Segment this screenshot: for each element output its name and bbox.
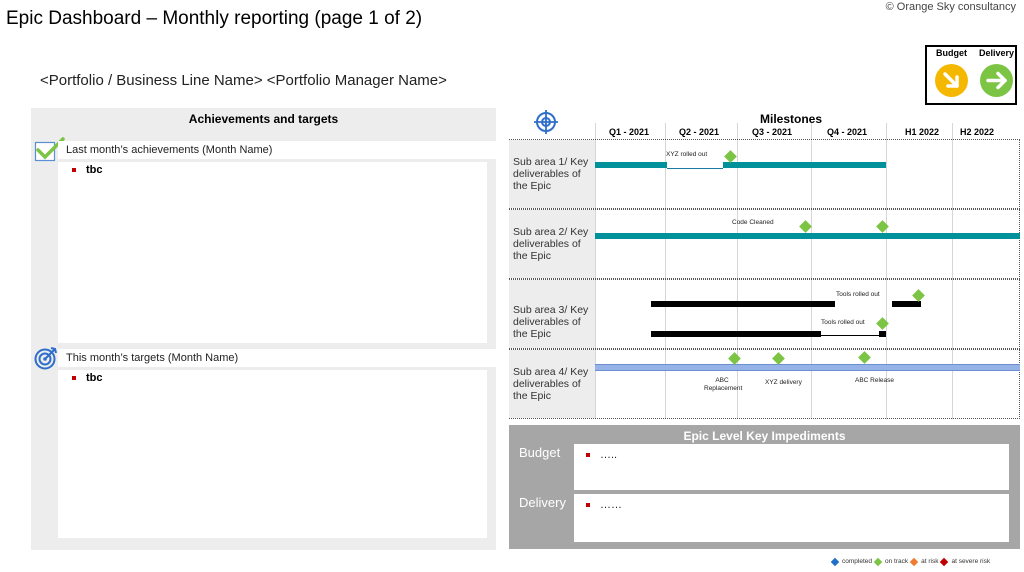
legend-on-track-label: on track [885,558,909,565]
legend-completed-label: completed [842,558,872,565]
period-q2-2021: Q2 - 2021 [679,127,720,137]
legend-at-severe-risk-label: at severe risk [951,558,991,565]
milestone-label-abc-replacement: ABC Replacement [704,377,743,392]
target-icon [34,346,58,375]
timeline-bar [723,162,886,168]
timeline-bar [595,162,667,168]
achievements-body[interactable]: tbc [58,162,487,343]
legend-at-risk-label: at risk [921,558,939,565]
legend-at-risk-icon [909,557,919,566]
period-q1-2021: Q1 - 2021 [609,127,650,137]
achievements-title: Last month’s achievements (Month Name) [58,141,518,159]
milestone-label-tools-rolled-out-2: Tools rolled out [821,319,865,326]
row-label-sub-area-2: Sub area 2/ Key deliverables of the Epic [509,210,595,278]
impediment-delivery-box[interactable]: …… [574,494,1009,542]
milestones-title: Milestones [760,112,823,126]
impediments-panel: Epic Level Key Impediments Budget ….. De… [509,425,1020,549]
budget-status-label: Budget [936,48,967,58]
targets-body[interactable]: tbc [58,370,487,538]
row-label-sub-area-1: Sub area 1/ Key deliverables of the Epic [509,140,595,208]
impediment-delivery-bullet: …… [586,499,622,511]
milestone-label-tools-rolled-out: Tools rolled out [836,291,880,298]
legend-on-track-icon [873,557,883,566]
legend-completed-icon [830,557,840,566]
impediment-budget-box[interactable]: ….. [574,444,1009,490]
timeline-bar [892,301,921,307]
achievements-panel-header: Achievements and targets [188,112,339,126]
milestone-label-xyz-rolled-out: XYZ rolled out [666,151,708,158]
timeline-gap-line [821,335,879,336]
period-q4-2021: Q4 - 2021 [827,127,868,137]
crosshair-icon [533,109,559,140]
page-title: Epic Dashboard – Monthly reporting (page… [6,8,423,29]
impediment-delivery-label: Delivery [519,495,566,510]
timeline-bar [595,233,1020,239]
achievements-bullet: tbc [72,164,103,176]
impediments-title: Epic Level Key Impediments [683,429,846,443]
status-legend: completed on track at risk at severe ris… [829,557,991,566]
timeline-bar [595,364,1020,371]
timeline-bar [879,331,886,337]
milestone-label-abc-release: ABC Release [855,377,895,384]
milestone-label-code-cleaned: Code Cleaned [732,219,774,226]
impediment-budget-bullet: ….. [586,449,617,461]
delivery-status-icon [980,64,1013,97]
targets-title: This month’s targets (Month Name) [58,349,518,367]
portfolio-line: <Portfolio / Business Line Name> <Portfo… [40,72,447,89]
legend-at-severe-risk-icon [940,557,949,566]
timeline-bar [651,301,835,307]
budget-status-icon [935,64,968,97]
achievements-panel: Achievements and targets Last month’s ac… [31,108,518,550]
period-h1-2022: H1 2022 [905,127,940,137]
milestone-label-xyz-delivery: XYZ delivery [765,379,802,386]
period-q3-2021: Q3 - 2021 [752,127,793,137]
timeline-gap-line [667,168,723,169]
status-box: Budget Delivery [925,45,1017,105]
row-label-sub-area-3: Sub area 3/ Key deliverables of the Epic [509,280,595,348]
delivery-status-label: Delivery [979,48,1015,58]
impediment-budget-label: Budget [519,445,561,460]
row-label-sub-area-4: Sub area 4/ Key deliverables of the Epic [509,350,595,418]
copyright-text: © Orange Sky consultancy [885,1,1016,13]
timeline-bar [651,331,821,337]
targets-bullet: tbc [72,372,103,384]
period-h2-2022: H2 2022 [960,127,995,137]
